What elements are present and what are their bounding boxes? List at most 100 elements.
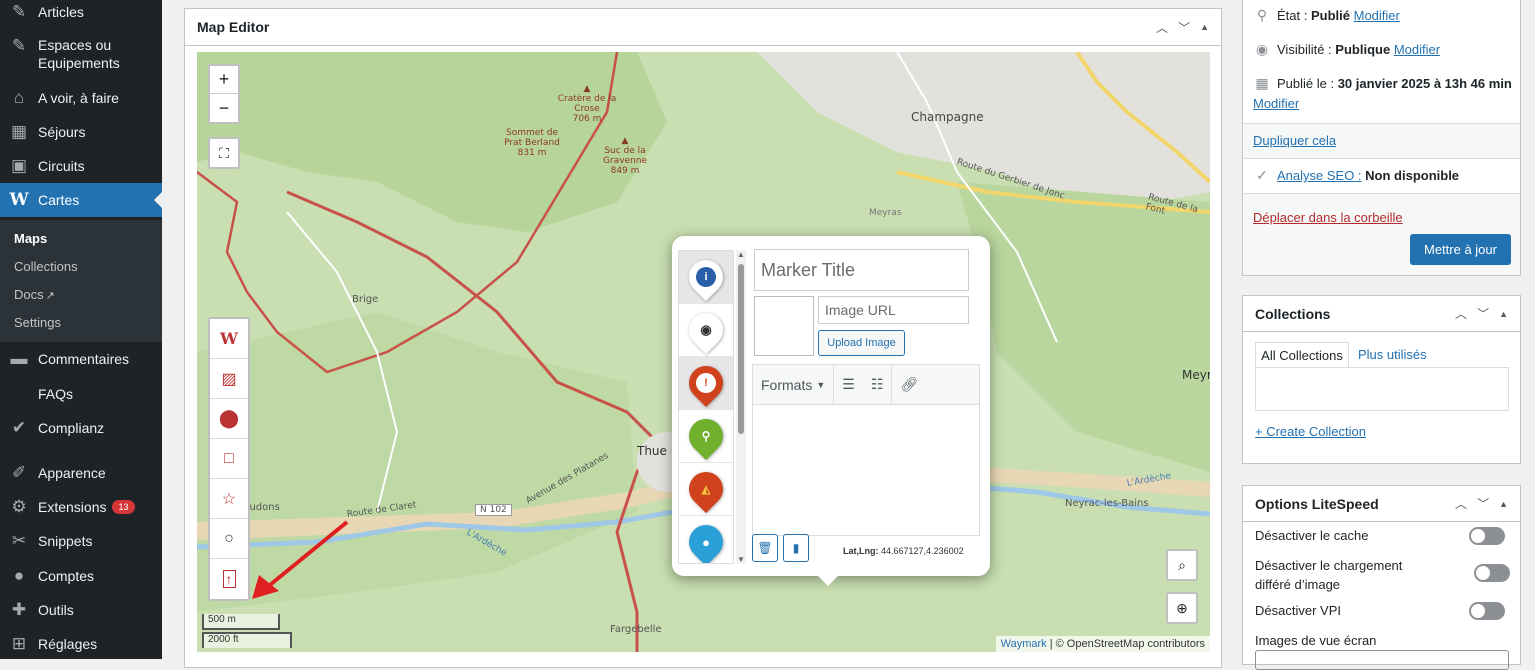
box-actions: ︿ ﹀ ▲ xyxy=(1455,495,1508,512)
marker-type-alert[interactable]: ! xyxy=(679,357,733,410)
marker-type-info[interactable]: i xyxy=(679,251,733,304)
chevron-up-icon[interactable]: ︿ xyxy=(1156,19,1168,36)
draw-circle-button[interactable]: ○ xyxy=(210,519,248,559)
visibility-label: Visibilité : xyxy=(1277,42,1336,57)
menu-commentaires[interactable]: ▬ Commentaires xyxy=(0,347,162,371)
menu-apparence[interactable]: ✐ Apparence xyxy=(0,461,162,485)
published-row: ▦ Publié le : 30 janvier 2025 à 13h 46 m… xyxy=(1253,75,1512,92)
calendar-icon: ▦ xyxy=(1255,75,1269,91)
toggle-panel-icon[interactable]: ▲ xyxy=(1499,309,1508,319)
viewport-images-field[interactable] xyxy=(1255,650,1509,670)
zoom-out-button[interactable]: − xyxy=(210,94,238,122)
edit-visibility-link[interactable]: Modifier xyxy=(1394,42,1440,57)
marker-type-camera[interactable]: ◉ xyxy=(679,304,733,357)
fullscreen-button[interactable]: ⛶ xyxy=(210,139,238,167)
menu-reglages[interactable]: ⊞ Réglages xyxy=(0,632,162,656)
seo-analysis-link[interactable]: Analyse SEO : xyxy=(1277,168,1362,183)
disable-cache-toggle[interactable] xyxy=(1469,527,1505,545)
menu-snippets[interactable]: ✂ Snippets xyxy=(0,529,162,553)
link-icon: 🔗︎ xyxy=(900,376,919,392)
trash-link[interactable]: Déplacer dans la corbeille xyxy=(1253,210,1403,225)
marker-list-scrollbar[interactable]: ▲ ▼ xyxy=(736,250,746,564)
scroll-up-icon[interactable]: ▲ xyxy=(737,250,745,259)
toggle-panel-icon[interactable]: ▲ xyxy=(1499,499,1508,509)
latlng-value: 44.667127,4.236002 xyxy=(881,546,964,556)
marker-type-water[interactable]: ● xyxy=(679,516,733,563)
edit-date-link[interactable]: Modifier xyxy=(1253,96,1299,111)
add-photo-button[interactable]: ▨ xyxy=(210,359,248,399)
upload-file-button[interactable]: ↑ xyxy=(210,559,248,599)
disable-vpi-toggle[interactable] xyxy=(1469,602,1505,620)
image-icon: ▨ xyxy=(221,370,237,388)
docs-label: Docs xyxy=(14,287,44,302)
image-url-input[interactable]: Image URL xyxy=(818,296,969,324)
bullet-list-button[interactable]: ☰ xyxy=(834,365,863,405)
menu-a-voir[interactable]: ⌂ A voir, à faire xyxy=(0,86,162,110)
menu-faqs[interactable]: FAQs xyxy=(0,382,162,406)
update-button[interactable]: Mettre à jour xyxy=(1410,234,1511,265)
duplicate-marker-button[interactable]: ▮ xyxy=(783,534,809,562)
waymark-link[interactable]: Waymark xyxy=(1001,638,1047,650)
polygon-icon: ☆ xyxy=(221,490,237,508)
chevron-down-icon[interactable]: ﹀ xyxy=(1178,19,1190,36)
submenu-settings[interactable]: Settings xyxy=(14,315,61,330)
waymark-logo-button[interactable]: W xyxy=(210,319,248,359)
menu-sejours[interactable]: ▦ Séjours xyxy=(0,120,162,144)
marker-type-pizza[interactable]: ◭ xyxy=(679,463,733,516)
create-collection-link[interactable]: + Create Collection xyxy=(1255,424,1366,439)
marker-type-bike[interactable]: ⚲ xyxy=(679,410,733,463)
draw-polygon-button[interactable]: ☆ xyxy=(210,479,248,519)
menu-label: Outils xyxy=(38,602,74,618)
submenu-collections[interactable]: Collections xyxy=(14,259,78,274)
submenu-maps[interactable]: Maps xyxy=(14,231,47,246)
add-marker-button[interactable]: ⬤ xyxy=(210,399,248,439)
peak-name: Cratère de la Crose xyxy=(557,94,617,114)
menu-label: Circuits xyxy=(38,158,85,174)
menu-comptes[interactable]: ● Comptes xyxy=(0,564,162,588)
menu-cartes[interactable]: W Cartes xyxy=(0,183,162,217)
tab-all-collections[interactable]: All Collections xyxy=(1255,342,1349,368)
road-label-n102: N 102 xyxy=(475,504,512,516)
menu-outils[interactable]: ✚ Outils xyxy=(0,598,162,622)
menu-espaces[interactable]: ✎ Espaces ou Equipements xyxy=(0,36,162,76)
collections-checklist[interactable] xyxy=(1255,367,1509,411)
chevron-up-icon[interactable]: ︿ xyxy=(1455,305,1467,322)
marker-pin: i xyxy=(681,252,731,302)
chevron-up-icon[interactable]: ︿ xyxy=(1455,495,1467,512)
locate-button[interactable]: ⊕ xyxy=(1168,594,1196,622)
edit-status-link[interactable]: Modifier xyxy=(1354,8,1400,23)
search-button[interactable]: ⌕ xyxy=(1168,551,1196,579)
place-champagne: Champagne xyxy=(911,110,984,124)
zoom-in-button[interactable]: + xyxy=(210,66,238,94)
fullscreen-control: ⛶ xyxy=(208,137,240,169)
marker-title-input[interactable]: Marker Title xyxy=(754,249,969,291)
editor-content-area[interactable] xyxy=(753,405,979,535)
upload-image-button[interactable]: Upload Image xyxy=(818,330,905,356)
chevron-down-icon[interactable]: ﹀ xyxy=(1477,495,1489,512)
scroll-down-icon[interactable]: ▼ xyxy=(737,555,745,564)
toggle-panel-icon[interactable]: ▲ xyxy=(1200,22,1209,32)
draw-rectangle-button[interactable]: □ xyxy=(210,439,248,479)
submenu-docs[interactable]: Docs ↗ xyxy=(14,287,55,302)
menu-complianz[interactable]: ✔ Complianz xyxy=(0,416,162,440)
map-canvas[interactable]: Champagne Brige Meyras Route du Gerbier … xyxy=(197,52,1210,652)
menu-extensions[interactable]: ⚙ Extensions 13 xyxy=(0,495,162,519)
insert-link-button[interactable]: 🔗︎ xyxy=(892,365,926,405)
menu-circuits[interactable]: ▣ Circuits xyxy=(0,154,162,178)
tab-most-used[interactable]: Plus utilisés xyxy=(1358,347,1427,362)
latlng-label: Lat,Lng: xyxy=(843,546,879,556)
menu-articles[interactable]: ✎ Articles xyxy=(0,0,162,24)
disable-lazyload-toggle[interactable] xyxy=(1474,564,1510,582)
delete-marker-button[interactable]: 🗑︎ xyxy=(752,534,778,562)
pin-icon: ✎ xyxy=(11,2,27,21)
duplicate-link[interactable]: Dupliquer cela xyxy=(1253,133,1336,148)
formats-dropdown[interactable]: Formats ▼ xyxy=(753,365,833,405)
water-drop-icon: ● xyxy=(696,532,716,552)
chevron-down-icon[interactable]: ﹀ xyxy=(1477,305,1489,322)
place-meyras: Meyras xyxy=(869,208,902,218)
bus-icon: ▣ xyxy=(10,156,28,175)
scrollbar-thumb[interactable] xyxy=(738,264,744,434)
numbered-list-button[interactable]: ☷ xyxy=(863,365,892,405)
place-meyr: Meyr xyxy=(1182,368,1210,382)
litespeed-title: Options LiteSpeed xyxy=(1255,495,1379,512)
